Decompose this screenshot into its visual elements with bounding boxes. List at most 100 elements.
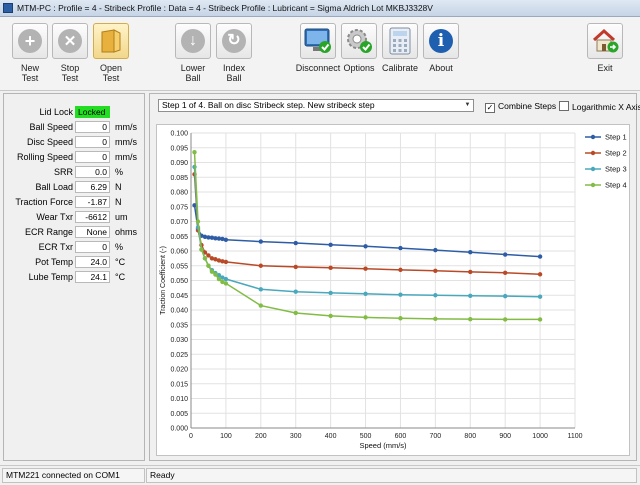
- y-tick-label: 0.055: [170, 263, 188, 270]
- y-tick-label: 0.030: [170, 337, 188, 344]
- data-point: [398, 316, 403, 321]
- step-select[interactable]: Step 1 of 4. Ball on disc Stribeck step.…: [158, 99, 474, 112]
- stribeck-chart: 0 100 200 300 400 500 600 700 800 900 1000 1100 0.00…: [156, 124, 630, 456]
- x-tick-label: 1000: [532, 433, 548, 440]
- data-point: [293, 289, 298, 294]
- y-tick-label: 0.000: [170, 426, 188, 433]
- field-row: Wear Txr -6612 um: [4, 211, 144, 224]
- field-unit: mm/s: [115, 137, 137, 147]
- data-point: [223, 259, 229, 265]
- x-tick-label: 900: [499, 433, 511, 440]
- y-tick-label: 0.100: [170, 131, 188, 138]
- data-point: [192, 149, 197, 155]
- title-bar: MTM-PC : Profile = 4 - Stribeck Profile …: [0, 0, 640, 17]
- combine-steps-checkbox[interactable]: ✓ Combine Steps: [485, 101, 556, 113]
- exit-button[interactable]: Exit: [580, 23, 630, 87]
- y-tick-label: 0.060: [170, 249, 188, 256]
- y-tick-label: 0.040: [170, 308, 188, 315]
- data-point: [223, 281, 229, 286]
- field-value: 0.0: [75, 166, 110, 178]
- x-tick-label: 1100: [567, 433, 582, 440]
- data-point: [293, 240, 298, 246]
- field-label: Lid Lock: [39, 107, 73, 117]
- data-point: [328, 313, 333, 319]
- data-point: [216, 276, 222, 282]
- y-tick-label: 0.045: [170, 293, 188, 300]
- data-point: [398, 245, 403, 251]
- field-unit: %: [115, 242, 124, 252]
- y-tick-label: 0.050: [170, 278, 188, 285]
- x-tick-label: 200: [255, 433, 267, 440]
- field-row: SRR 0.0%: [4, 166, 144, 179]
- data-point: [502, 270, 508, 276]
- window-title: MTM-PC : Profile = 4 - Stribeck Profile …: [17, 3, 433, 13]
- y-axis-label: Traction Coefficient (-): [160, 246, 167, 315]
- data-point: [258, 303, 264, 308]
- data-point: [195, 219, 201, 224]
- legend-marker: [590, 166, 596, 172]
- data-point: [502, 252, 508, 257]
- field-unit: N: [115, 182, 122, 192]
- data-point: [468, 293, 473, 299]
- series-line-3: [193, 166, 541, 298]
- field-row: Disc Speed 0 mm/s: [4, 136, 144, 149]
- data-point: [398, 267, 403, 273]
- open-test-button[interactable]: Open Test: [86, 23, 136, 87]
- field-value: -1.87: [75, 196, 110, 208]
- field-label: Ball Load: [35, 182, 73, 192]
- data-point: [328, 242, 333, 248]
- x-axis-label: Speed (mm/s): [359, 441, 407, 450]
- down-arrow-icon: ↓: [175, 23, 211, 59]
- data-point: [433, 316, 438, 322]
- app-status: Ready: [146, 468, 637, 483]
- legend-label: Step 4: [605, 181, 627, 190]
- about-button[interactable]: i About: [416, 23, 466, 87]
- data-point: [433, 247, 438, 253]
- log-x-axis-checkbox[interactable]: Logarithmic X Axis: [559, 101, 640, 112]
- data-point: [363, 315, 368, 320]
- field-row: Ball Speed 0 mm/s: [4, 121, 144, 134]
- field-row: Lid Lock Locked: [4, 106, 144, 119]
- field-label: Disc Speed: [26, 137, 73, 147]
- y-tick-label: 0.075: [170, 204, 188, 211]
- x-tick-label: 0: [189, 433, 193, 440]
- field-label: Rolling Speed: [16, 152, 73, 162]
- lid-lock-status: Locked: [75, 106, 110, 118]
- data-point: [433, 293, 438, 298]
- data-point: [223, 276, 229, 282]
- connection-status: MTM221 connected on COM1: [2, 468, 145, 483]
- data-point: [363, 244, 368, 249]
- data-point: [433, 268, 438, 273]
- field-label: Lube Temp: [28, 272, 73, 282]
- legend-label: Step 1: [605, 133, 627, 142]
- legend-label: Step 3: [605, 165, 627, 174]
- data-point: [293, 264, 298, 270]
- data-point: [206, 253, 211, 258]
- legend-marker: [590, 182, 596, 188]
- data-point: [363, 266, 368, 271]
- index-ball-button[interactable]: ↻ Index Ball: [209, 23, 259, 87]
- y-tick-label: 0.080: [170, 190, 188, 197]
- data-point: [537, 254, 543, 259]
- field-unit: °C: [115, 257, 126, 267]
- x-tick-label: 500: [360, 433, 372, 440]
- field-row: Rolling Speed 0 mm/s: [4, 151, 144, 164]
- y-tick-label: 0.015: [170, 381, 188, 388]
- y-tick-label: 0.035: [170, 322, 188, 329]
- refresh-icon: ↻: [216, 23, 252, 59]
- field-value: None: [75, 226, 110, 238]
- y-tick-label: 0.010: [170, 396, 188, 403]
- y-tick-label: 0.090: [170, 160, 188, 167]
- field-label: SRR: [53, 167, 73, 177]
- info-icon: i: [423, 23, 459, 59]
- y-tick-label: 0.020: [170, 367, 188, 374]
- data-point: [398, 292, 403, 297]
- field-label: Ball Speed: [29, 122, 73, 132]
- x-tick-label: 800: [464, 433, 476, 440]
- calculator-icon: [382, 23, 418, 59]
- field-label: Traction Force: [15, 197, 73, 207]
- checkbox-box: [559, 101, 569, 111]
- field-label: Wear Txr: [36, 212, 73, 222]
- data-point: [468, 249, 473, 255]
- data-point: [223, 237, 229, 242]
